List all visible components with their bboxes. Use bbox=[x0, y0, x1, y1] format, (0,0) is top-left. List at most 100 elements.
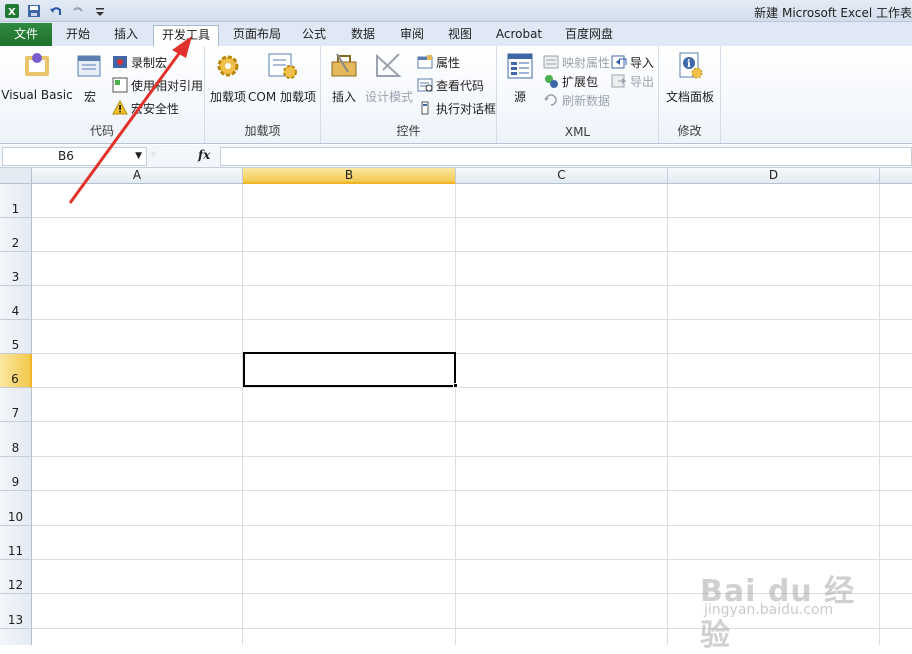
row-header-13[interactable]: 13 bbox=[0, 594, 32, 629]
macro-security-button[interactable]: 宏安全性 bbox=[112, 98, 179, 118]
run-dialog-icon bbox=[417, 100, 433, 116]
visual-basic-icon bbox=[21, 50, 53, 82]
map-properties-button[interactable]: 映射属性 bbox=[543, 52, 610, 72]
group-addins: 加载项 COM 加载项 加载项 bbox=[205, 46, 321, 143]
expansion-packs-icon bbox=[543, 73, 559, 89]
row-header-4[interactable]: 4 bbox=[0, 286, 32, 320]
run-dialog-button[interactable]: 执行对话框 bbox=[417, 98, 496, 118]
grid-line bbox=[32, 525, 912, 526]
formula-bar-handle-icon[interactable]: ◦ bbox=[150, 147, 157, 161]
gear-icon bbox=[212, 50, 244, 82]
document-panel-icon: i bbox=[674, 50, 706, 82]
tab-acrobat[interactable]: Acrobat bbox=[490, 25, 548, 46]
properties-button[interactable]: 属性 bbox=[417, 52, 460, 72]
warning-icon bbox=[112, 100, 128, 116]
xml-source-button[interactable]: 源 bbox=[503, 50, 537, 105]
grid-line bbox=[32, 456, 912, 457]
formula-bar: B6 ▼ ◦ fx bbox=[0, 145, 912, 168]
group-modify: i 文档面板 修改 bbox=[659, 46, 721, 143]
use-relative-references-button[interactable]: 使用相对引用 bbox=[112, 75, 203, 95]
expansion-packs-button[interactable]: 扩展包 bbox=[543, 71, 598, 91]
view-code-button[interactable]: 查看代码 bbox=[417, 75, 484, 95]
customize-qat-icon[interactable] bbox=[92, 3, 108, 19]
tab-file[interactable]: 文件 bbox=[0, 23, 52, 46]
group-label-modify: 修改 bbox=[677, 124, 702, 138]
tab-baidu-netdisk[interactable]: 百度网盘 bbox=[558, 25, 620, 46]
insert-function-button[interactable]: fx bbox=[198, 148, 210, 162]
formula-input[interactable] bbox=[220, 147, 912, 166]
macros-icon bbox=[74, 50, 106, 82]
relative-reference-icon bbox=[112, 77, 128, 93]
refresh-data-button[interactable]: 刷新数据 bbox=[543, 90, 610, 110]
tab-page-layout[interactable]: 页面布局 bbox=[228, 25, 286, 46]
worksheet-grid[interactable]: A B C D 1 2 3 4 5 6 7 8 9 10 11 12 13 bbox=[0, 168, 912, 645]
visual-basic-button[interactable]: Visual Basic bbox=[1, 50, 73, 102]
tab-developer[interactable]: 开发工具 bbox=[153, 25, 219, 46]
row-header-11[interactable]: 11 bbox=[0, 526, 32, 560]
window-title: 新建 Microsoft Excel 工作表 bbox=[754, 6, 912, 20]
tab-review[interactable]: 审阅 bbox=[392, 25, 432, 46]
undo-icon[interactable] bbox=[48, 3, 64, 19]
row-header-14[interactable] bbox=[0, 629, 32, 645]
row-header-8[interactable]: 8 bbox=[0, 422, 32, 457]
design-mode-button[interactable]: 设计模式 bbox=[365, 50, 413, 105]
macros-button[interactable]: 宏 bbox=[74, 50, 106, 105]
group-label-controls: 控件 bbox=[396, 124, 421, 138]
title-bar: X 新建 Microsoft Excel 工作表 bbox=[0, 0, 912, 22]
ribbon-tabs: 文件 开始 插入 开发工具 页面布局 公式 数据 审阅 视图 Acrobat 百… bbox=[0, 22, 912, 46]
column-header-a[interactable]: A bbox=[32, 168, 243, 184]
column-header-d[interactable]: D bbox=[668, 168, 880, 184]
row-header-3[interactable]: 3 bbox=[0, 252, 32, 286]
excel-logo-icon[interactable]: X bbox=[4, 3, 20, 19]
row-header-10[interactable]: 10 bbox=[0, 491, 32, 526]
row-header-9[interactable]: 9 bbox=[0, 457, 32, 491]
group-label-code: 代码 bbox=[89, 124, 114, 138]
com-addins-button[interactable]: COM 加载项 bbox=[248, 50, 316, 105]
grid-line bbox=[667, 184, 668, 645]
insert-control-button[interactable]: 插入 bbox=[327, 50, 361, 105]
grid-line bbox=[32, 421, 912, 422]
row-header-2[interactable]: 2 bbox=[0, 218, 32, 252]
column-header-next[interactable] bbox=[880, 168, 912, 184]
tab-view[interactable]: 视图 bbox=[440, 25, 480, 46]
grid-line bbox=[879, 184, 880, 645]
row-header-5[interactable]: 5 bbox=[0, 320, 32, 354]
save-icon[interactable] bbox=[26, 3, 42, 19]
column-header-c[interactable]: C bbox=[456, 168, 668, 184]
group-xml: 源 映射属性 扩展包 刷新数据 导入 导出 XML bbox=[497, 46, 659, 143]
tab-insert[interactable]: 插入 bbox=[106, 25, 146, 46]
group-code: Visual Basic 宏 录制宏 使用相对引用 宏安全性 代码 bbox=[0, 46, 205, 143]
tab-home[interactable]: 开始 bbox=[58, 25, 98, 46]
select-all-corner[interactable] bbox=[0, 168, 32, 184]
grid-line bbox=[32, 490, 912, 491]
column-header-b[interactable]: B bbox=[243, 168, 456, 184]
grid-line bbox=[32, 285, 912, 286]
document-panel-button[interactable]: i 文档面板 bbox=[665, 50, 715, 105]
tab-data[interactable]: 数据 bbox=[343, 25, 383, 46]
record-macro-button[interactable]: 录制宏 bbox=[112, 52, 167, 72]
properties-icon bbox=[417, 54, 433, 70]
grid-line bbox=[32, 387, 912, 388]
tab-formulas[interactable]: 公式 bbox=[294, 25, 334, 46]
refresh-icon bbox=[543, 92, 559, 108]
xml-export-button[interactable]: 导出 bbox=[611, 71, 654, 91]
grid-line bbox=[32, 319, 912, 320]
xml-import-button[interactable]: 导入 bbox=[611, 52, 654, 72]
redo-icon[interactable] bbox=[70, 3, 86, 19]
com-addins-icon bbox=[266, 50, 298, 82]
row-header-1[interactable]: 1 bbox=[0, 184, 32, 218]
row-header-6[interactable]: 6 bbox=[0, 354, 32, 388]
import-icon bbox=[611, 54, 627, 70]
group-label-xml: XML bbox=[564, 125, 591, 139]
fill-handle[interactable] bbox=[453, 383, 458, 388]
name-box-dropdown-icon[interactable]: ▼ bbox=[135, 148, 142, 165]
row-header-7[interactable]: 7 bbox=[0, 388, 32, 422]
toolbox-icon bbox=[328, 50, 360, 82]
design-mode-icon bbox=[373, 50, 405, 82]
grid-line bbox=[32, 593, 912, 594]
grid-line bbox=[242, 184, 243, 645]
row-header-12[interactable]: 12 bbox=[0, 560, 32, 594]
active-cell-b6[interactable] bbox=[243, 352, 456, 387]
name-box[interactable]: B6 ▼ bbox=[2, 147, 147, 166]
addins-button[interactable]: 加载项 bbox=[209, 50, 247, 105]
